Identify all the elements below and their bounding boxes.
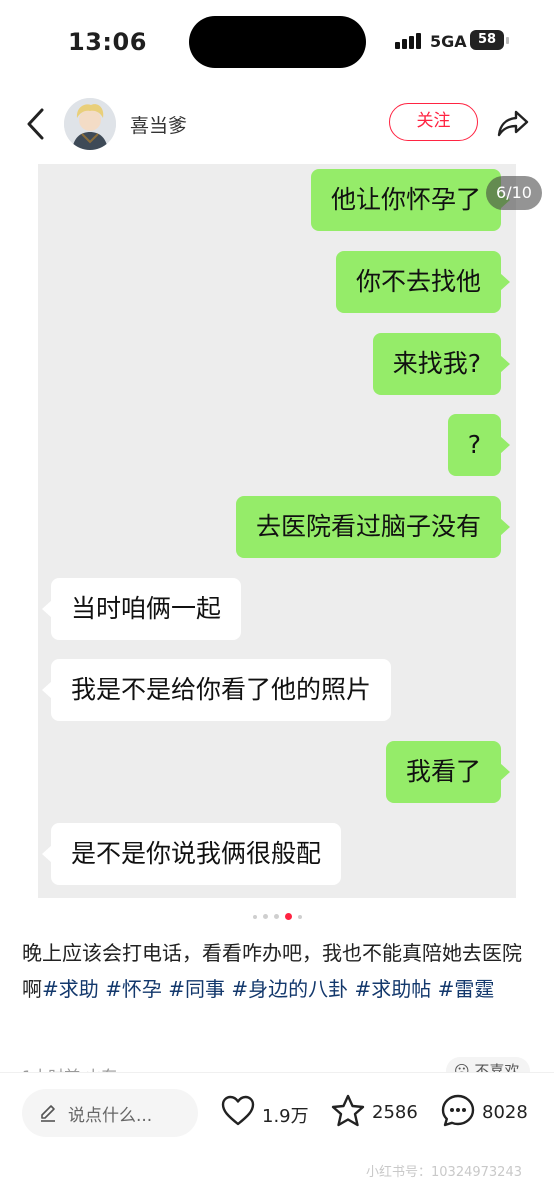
hashtag[interactable]: #求助帖 — [355, 977, 432, 1001]
hashtag[interactable]: #身边的八卦 — [231, 977, 348, 1001]
comment-count: 8028 — [482, 1102, 528, 1123]
carousel-dots — [0, 913, 554, 921]
chat-bubble-sent: 我看了 — [385, 741, 511, 803]
author-name[interactable]: 喜当爹 — [130, 111, 187, 138]
hashtag[interactable]: #求助 — [42, 977, 99, 1001]
status-bar: 13:06 5GA 58 — [0, 0, 554, 84]
status-time: 13:06 — [68, 28, 147, 56]
heart-icon — [221, 1095, 255, 1126]
like-button[interactable]: 1.9万 — [220, 1093, 320, 1133]
pen-icon — [41, 1105, 55, 1122]
hashtag[interactable]: #雷霆 — [438, 977, 495, 1001]
carousel-dot — [297, 914, 302, 919]
watermark: 小红书号：10324973243 — [366, 1165, 522, 1180]
carousel-dot — [252, 914, 257, 919]
comment-icon — [441, 1094, 475, 1127]
chat-bubble-sent: 他让你怀孕了 — [310, 169, 511, 231]
comment-input[interactable]: 说点什么... — [22, 1089, 198, 1137]
follow-button[interactable]: 关注 — [389, 103, 478, 141]
collect-button[interactable]: 2586 — [330, 1093, 430, 1133]
battery-indicator: 58 — [470, 30, 509, 50]
chat-bubble-sent: 你不去找他 — [335, 251, 511, 313]
comment-placeholder: 说点什么... — [68, 1106, 153, 1126]
battery-level: 58 — [477, 32, 497, 47]
chat-bubble-sent: ? — [447, 414, 511, 476]
note-image[interactable]: 他让你怀孕了 你不去找他 来找我? ? 去医院看过脑子没有 当时咱俩一起 我是不… — [38, 164, 516, 898]
carousel-dot — [262, 914, 268, 919]
share-icon[interactable] — [496, 106, 530, 140]
note-caption: 晚上应该会打电话，看看咋办吧，我也不能真陪她去医院啊#求助 #怀孕 #同事 #身… — [22, 935, 534, 1007]
chat-bubble-received: 当时咱俩一起 — [41, 578, 242, 640]
note-header: 喜当爹 关注 — [0, 90, 554, 160]
chat-bubble-sent: 来找我? — [372, 333, 511, 395]
hashtag[interactable]: #同事 — [168, 977, 225, 1001]
hashtag[interactable]: #怀孕 — [105, 977, 162, 1001]
chat-bubble-received: 是不是你说我俩很般配 — [41, 823, 342, 885]
chat-bubble-sent: 去医院看过脑子没有 — [235, 496, 511, 558]
chat-bubble-received: 我是不是给你看了他的照片 — [41, 659, 392, 721]
collect-count: 2586 — [372, 1102, 418, 1123]
image-counter: 6/10 — [486, 176, 542, 210]
avatar[interactable] — [64, 98, 116, 150]
dynamic-island — [189, 16, 366, 68]
signal-icon — [395, 33, 423, 49]
carousel-dot-active — [284, 913, 292, 920]
carousel-dot — [273, 914, 279, 919]
comment-button[interactable]: 8028 — [440, 1093, 540, 1133]
network-type: 5GA — [430, 32, 467, 51]
like-count: 1.9万 — [262, 1106, 309, 1127]
star-icon — [331, 1094, 365, 1127]
back-icon[interactable] — [22, 106, 52, 142]
